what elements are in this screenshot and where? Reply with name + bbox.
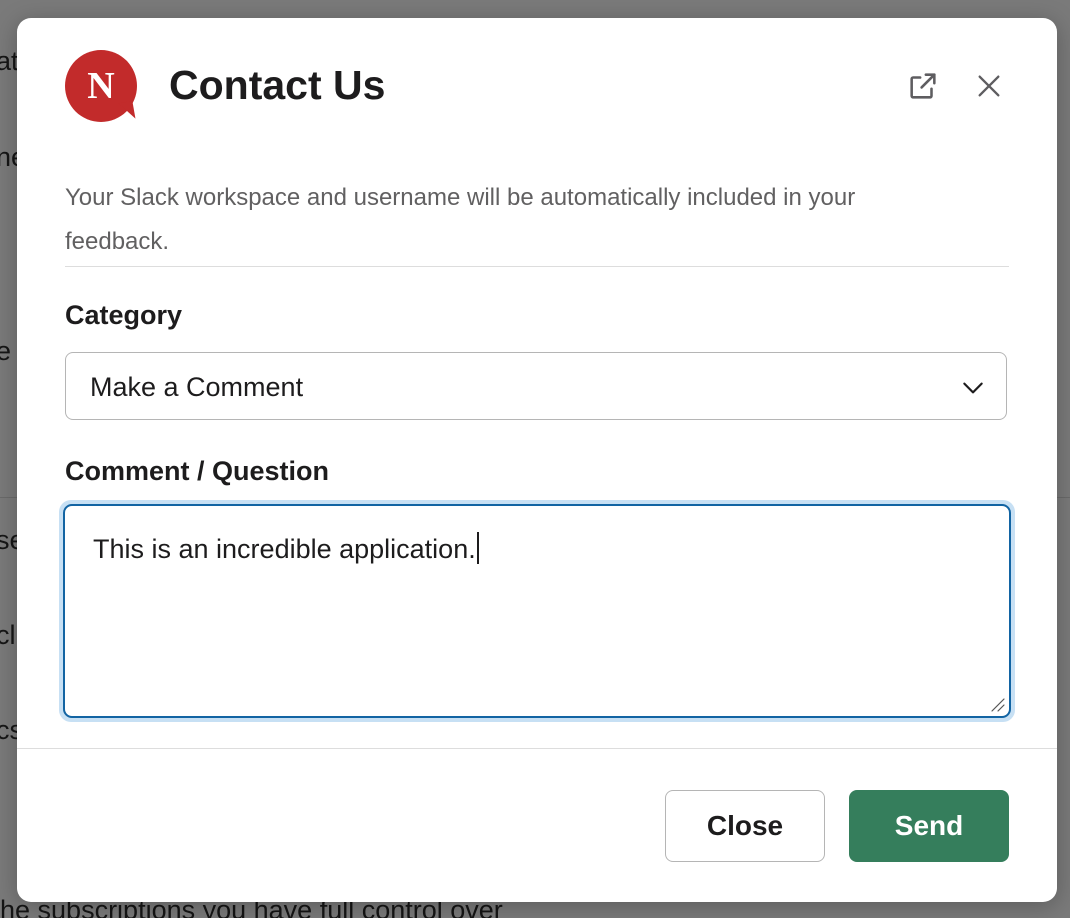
comment-focus-ring: This is an incredible application. [59,500,1015,722]
comment-textarea[interactable]: This is an incredible application. [63,504,1011,718]
category-select[interactable]: Make a Comment [65,352,1007,420]
modal-title: Contact Us [169,62,386,108]
text-caret [476,532,479,564]
logo-speech-tail [118,100,136,122]
external-link-icon [910,73,936,99]
comment-label: Comment / Question [65,456,330,486]
category-selected-value: Make a Comment [90,372,304,402]
category-label: Category [65,300,183,330]
contact-us-modal: N Contact Us Your Slack workspace and us… [17,18,1057,902]
footer-divider [17,748,1057,749]
chevron-down-icon [963,382,983,394]
close-icon [978,75,1000,97]
open-in-new-window-button[interactable] [903,66,943,106]
notice-divider [65,266,1009,267]
comment-text: This is an incredible application. [93,534,476,564]
send-button[interactable]: Send [849,790,1009,862]
close-button[interactable]: Close [665,790,825,862]
background-text-fragment: at [0,46,19,76]
close-modal-button[interactable] [969,66,1009,106]
comment-text-wrapper: This is an incredible application. [93,532,479,565]
resize-handle-icon[interactable] [989,696,1005,712]
auto-include-notice: Your Slack workspace and username will b… [65,184,856,255]
